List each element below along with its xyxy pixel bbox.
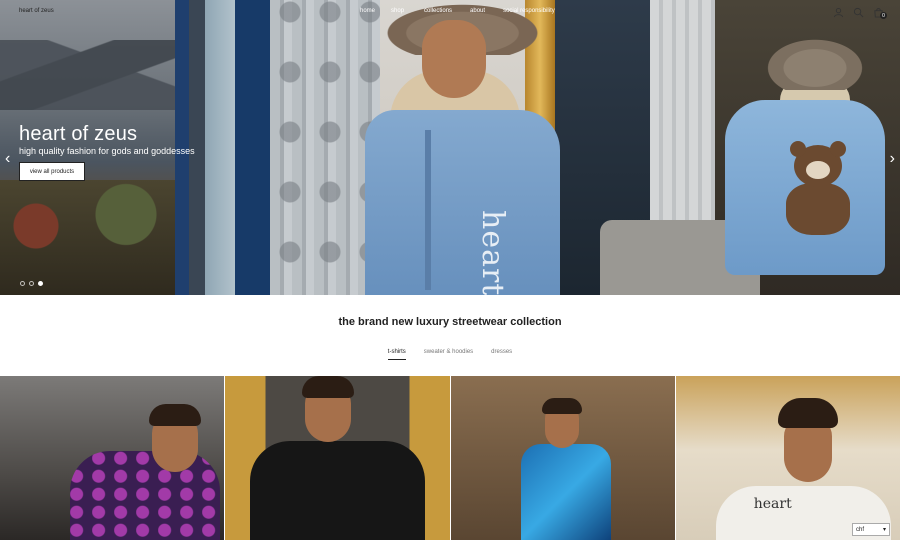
nav-item-shop[interactable]: shop: [391, 8, 404, 14]
slide-dot-active[interactable]: [38, 281, 43, 286]
currency-selector[interactable]: chf ▾: [852, 523, 890, 536]
trees: [0, 180, 180, 295]
hero-title: heart of zeus: [19, 123, 138, 145]
main-nav: home shop collections about social respo…: [360, 8, 573, 14]
jacket-print: heart: [475, 210, 510, 295]
collection-tabs: t-shirts sweater & hoodies dresses: [0, 349, 900, 360]
nav-item-home[interactable]: home: [360, 8, 375, 14]
black-tshirt: [250, 441, 426, 540]
tab-sweater-hoodies[interactable]: sweater & hoodies: [424, 349, 473, 360]
view-all-products-button[interactable]: view all products: [19, 162, 85, 181]
model-face: [422, 20, 486, 98]
user-icon[interactable]: [833, 5, 844, 18]
model-hair: [541, 398, 582, 414]
product-card[interactable]: [225, 376, 450, 540]
slider-dots: [20, 281, 43, 286]
chevron-down-icon: ▾: [882, 527, 886, 533]
chevron-left-icon[interactable]: ‹: [5, 151, 10, 167]
product-card[interactable]: heart: [675, 376, 900, 540]
model-hair: [149, 404, 201, 426]
nav-item-social-responsibility[interactable]: social responsibility: [503, 8, 555, 14]
window-frame: [235, 0, 270, 295]
header-icons: 0: [833, 5, 887, 19]
purple-tshirt: [70, 451, 220, 540]
model-hair: [302, 376, 355, 398]
denim-jacket: [365, 110, 560, 295]
slide-dot[interactable]: [20, 281, 25, 286]
search-icon[interactable]: [853, 5, 864, 18]
nav-item-collections[interactable]: collections: [424, 8, 452, 14]
slide-dot[interactable]: [29, 281, 34, 286]
tab-t-shirts[interactable]: t-shirts: [387, 349, 406, 360]
hat: [760, 35, 870, 90]
model-hair: [777, 398, 838, 428]
model-front: heart: [360, 0, 560, 295]
mountains: [0, 40, 180, 110]
brand-logo[interactable]: heart of zeus: [19, 8, 54, 14]
tab-dresses[interactable]: dresses: [491, 349, 512, 360]
chevron-right-icon[interactable]: ›: [890, 151, 895, 167]
product-grid: heart: [0, 376, 900, 540]
tshirt-print: heart: [753, 496, 792, 512]
hero-subtitle: high quality fashion for gods and goddes…: [19, 146, 195, 156]
model-back: [720, 35, 890, 295]
teddy-bear-patch: [780, 141, 855, 240]
nav-item-about[interactable]: about: [470, 8, 485, 14]
currency-value: chf: [856, 526, 865, 533]
collection-title: the brand new luxury streetwear collecti…: [338, 316, 562, 328]
cart-icon[interactable]: 0: [873, 5, 887, 19]
product-card[interactable]: [0, 376, 225, 540]
product-card[interactable]: [450, 376, 675, 540]
blue-lightning-tshirt: [520, 444, 611, 540]
cart-count-badge: 0: [880, 12, 887, 19]
hero-slider: heart heart of zeus high quality fashion…: [0, 0, 900, 295]
